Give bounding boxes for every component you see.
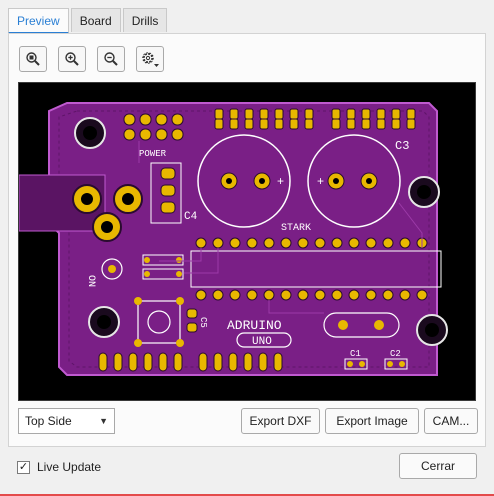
dialog-footer: ✓ Live Update Cerrar — [0, 451, 494, 496]
svg-text:+: + — [277, 174, 284, 188]
preview-actions-row: Top Side ▼ Export DXF Export Image CAM..… — [18, 408, 478, 436]
zoom-in-icon — [65, 52, 79, 66]
zoom-out-icon — [104, 52, 118, 66]
pcb-preview-canvas[interactable]: POWER C4 + + C3 STARK ON C5 ADRUINO UNO … — [18, 82, 476, 401]
side-select-value: Top Side — [25, 414, 72, 428]
stark-label: STARK — [281, 223, 311, 234]
zoom-fit-button[interactable] — [19, 46, 47, 72]
settings-button[interactable] — [136, 46, 164, 72]
c2-label: C2 — [390, 349, 401, 359]
zoom-out-button[interactable] — [97, 46, 125, 72]
live-update-label: Live Update — [37, 460, 102, 474]
zoom-toolbar — [19, 46, 164, 72]
tab-preview[interactable]: Preview — [8, 8, 69, 34]
cam-button[interactable]: CAM... — [424, 408, 478, 434]
c1-label: C1 — [350, 349, 361, 359]
export-image-button[interactable]: Export Image — [325, 408, 419, 434]
close-button[interactable]: Cerrar — [399, 453, 477, 479]
power-label: POWER — [139, 149, 167, 159]
uno-label: UNO — [252, 336, 272, 348]
arduino-label: ADRUINO — [227, 318, 282, 333]
tab-bar: Preview Board Drills — [8, 8, 169, 34]
on-label: ON — [85, 275, 96, 287]
gear-icon — [142, 52, 159, 67]
c4-label: C4 — [184, 211, 198, 223]
tab-board[interactable]: Board — [70, 8, 121, 32]
pcb-board-image: POWER C4 + + C3 STARK ON C5 ADRUINO UNO … — [19, 102, 448, 376]
side-select[interactable]: Top Side ▼ — [18, 408, 115, 434]
preview-panel: POWER C4 + + C3 STARK ON C5 ADRUINO UNO … — [8, 33, 486, 447]
c3-label: C3 — [395, 139, 409, 153]
c5-label: C5 — [198, 317, 208, 328]
chevron-down-icon: ▼ — [99, 416, 108, 426]
export-dxf-button[interactable]: Export DXF — [241, 408, 320, 434]
tab-drills[interactable]: Drills — [122, 8, 168, 32]
zoom-in-button[interactable] — [58, 46, 86, 72]
svg-text:+: + — [317, 174, 324, 188]
live-update-checkbox[interactable]: ✓ — [17, 461, 30, 474]
zoom-fit-icon — [26, 52, 40, 66]
